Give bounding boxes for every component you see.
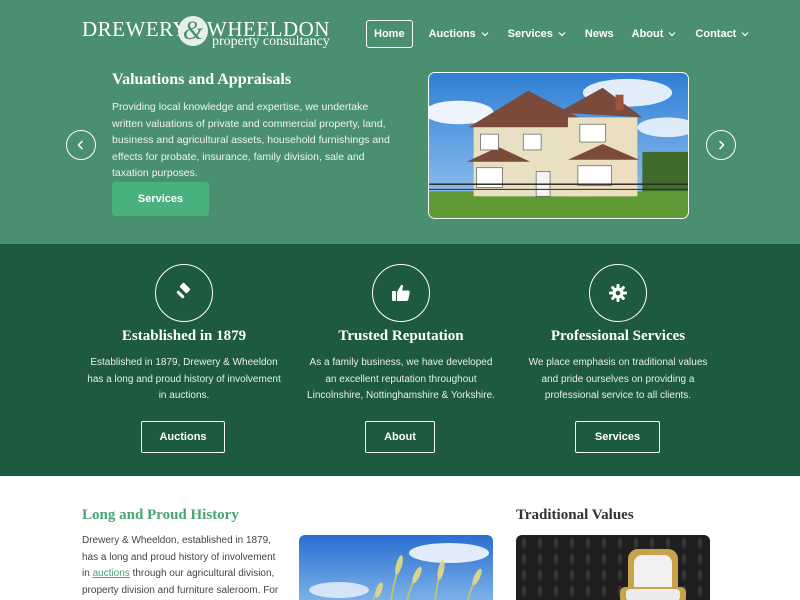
- chevron-down-icon: [481, 32, 489, 37]
- chevron-down-icon: [558, 32, 566, 37]
- feature-icon-circle: [372, 264, 430, 322]
- nav-item-contact[interactable]: Contact: [695, 20, 750, 48]
- feature-title: Trusted Reputation: [338, 328, 464, 344]
- history-title: Long and Proud History: [82, 507, 239, 523]
- feature-text: Established in 1879, Drewery & Wheeldon …: [87, 357, 281, 401]
- history-text: Drewery & Wheeldon, established in 1879,…: [82, 533, 282, 599]
- gear-icon: [609, 284, 627, 302]
- hero-slider: DREWERY WHEELDON & property consultancy …: [0, 0, 800, 244]
- feature-text: As a family business, we have developed …: [307, 357, 495, 401]
- nav-item-services[interactable]: Services: [508, 20, 567, 48]
- armchair-photo: [516, 535, 710, 600]
- feature-icon-circle: [155, 264, 213, 322]
- house-photo: [429, 73, 688, 218]
- gavel-icon: [176, 282, 191, 299]
- logo-ampersand: &: [178, 16, 208, 46]
- feature-title: Established in 1879: [121, 328, 247, 344]
- services-button[interactable]: Services: [575, 421, 660, 453]
- logo-tagline: property consultancy: [212, 34, 330, 49]
- feature-icon-circle: [589, 264, 647, 322]
- nav-label: Contact: [695, 28, 737, 40]
- nav-label: About: [631, 28, 664, 40]
- slider-next-button[interactable]: [706, 130, 736, 160]
- hero-text: Providing local knowledge and expertise,…: [112, 101, 390, 179]
- chevron-down-icon: [668, 32, 676, 37]
- chevron-left-icon: [77, 140, 84, 150]
- wheat-photo: [299, 535, 493, 600]
- nav-item-auctions[interactable]: Auctions: [429, 20, 490, 48]
- house-image: [428, 72, 689, 219]
- nav-item-about[interactable]: About: [632, 20, 678, 48]
- nav-item-home[interactable]: Home: [366, 20, 413, 48]
- logo[interactable]: DREWERY WHEELDON & property consultancy: [82, 14, 330, 54]
- features-section: Established in 1879 Established in 1879,…: [0, 244, 800, 476]
- hero-title: Valuations and Appraisals: [112, 71, 292, 88]
- main-nav: Home Auctions Services News About Contac…: [366, 20, 768, 48]
- nav-label: News: [584, 28, 614, 40]
- armchair-image: [516, 535, 710, 600]
- thumbs-up-icon: [392, 284, 410, 301]
- feature-title: Professional Services: [550, 328, 686, 344]
- slider-prev-button[interactable]: [66, 130, 96, 160]
- auctions-link[interactable]: auctions: [93, 568, 130, 579]
- auctions-button[interactable]: Auctions: [141, 421, 225, 453]
- nav-item-news[interactable]: News: [585, 20, 614, 48]
- chevron-down-icon: [741, 32, 749, 37]
- logo-wordmark: DREWERY WHEELDON: [82, 17, 329, 42]
- nav-label: Home: [374, 28, 405, 40]
- wheat-field-image: [299, 535, 493, 600]
- nav-label: Services: [507, 28, 553, 40]
- nav-label: Auctions: [428, 28, 476, 40]
- content-section: Long and Proud History Drewery & Wheeldo…: [0, 476, 800, 600]
- values-title: Traditional Values: [516, 507, 634, 523]
- hero-services-button[interactable]: Services: [112, 182, 209, 216]
- chevron-right-icon: [718, 140, 725, 150]
- logo-name-left: DREWERY: [82, 17, 189, 41]
- feature-text: We place emphasis on traditional values …: [528, 357, 708, 401]
- about-button[interactable]: About: [365, 421, 435, 453]
